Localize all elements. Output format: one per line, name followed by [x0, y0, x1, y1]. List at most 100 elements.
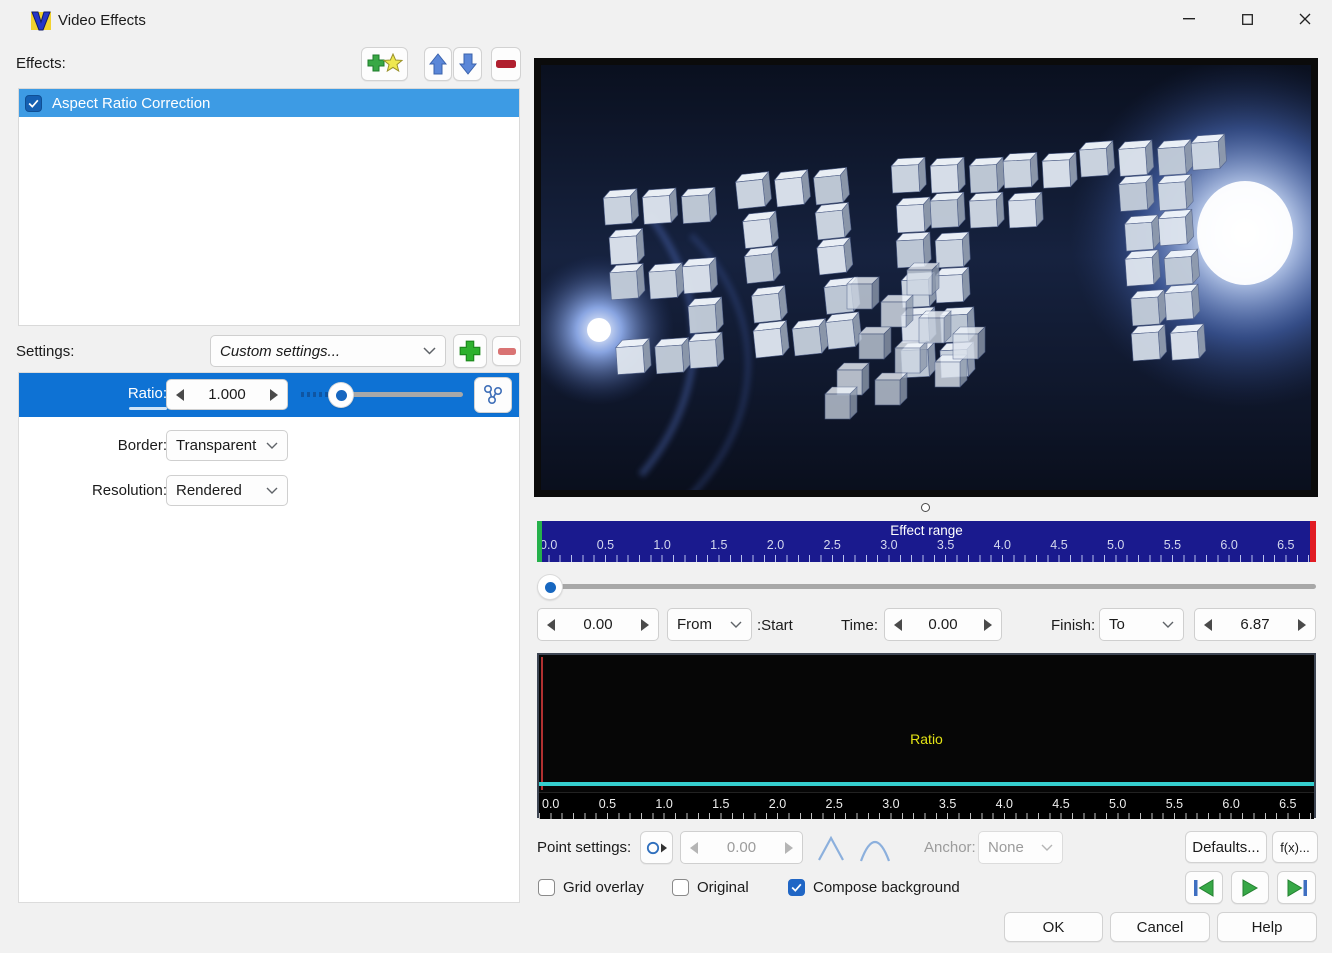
ok-button-label: OK — [1042, 918, 1065, 936]
play-button[interactable] — [1231, 871, 1269, 904]
finish-mode-dropdown[interactable]: To — [1099, 608, 1184, 641]
minimize-button[interactable] — [1166, 4, 1212, 34]
maximize-button[interactable] — [1224, 4, 1270, 34]
original-label: Original — [697, 879, 749, 896]
tick-label: 6.5 — [1277, 538, 1295, 552]
start-mode-value: From — [677, 616, 712, 633]
original-option[interactable]: Original — [672, 879, 749, 896]
start-mode-dropdown[interactable]: From — [667, 608, 752, 641]
border-dropdown[interactable]: Transparent — [166, 430, 288, 461]
resolution-value: Rendered — [176, 482, 242, 499]
time-slider-thumb[interactable] — [538, 575, 562, 599]
minus-icon — [496, 60, 516, 68]
resolution-dropdown[interactable]: Rendered — [166, 475, 288, 506]
time-spinner[interactable]: 0.00 — [884, 608, 1002, 641]
graph-tick-marks — [539, 813, 1314, 819]
increment-icon[interactable] — [1298, 618, 1306, 631]
move-down-button[interactable] — [453, 47, 482, 81]
decrement-icon[interactable] — [176, 388, 184, 401]
increment-icon[interactable] — [641, 618, 649, 631]
effects-list[interactable]: Aspect Ratio Correction — [18, 88, 520, 326]
decrement-icon[interactable] — [894, 618, 902, 631]
cancel-button-label: Cancel — [1136, 918, 1184, 936]
tick-label: 0.5 — [596, 538, 615, 552]
ratio-slider-track[interactable] — [301, 392, 463, 397]
close-button[interactable] — [1282, 4, 1328, 34]
add-preset-button[interactable] — [453, 334, 487, 368]
start-time-spinner[interactable]: 0.00 — [537, 608, 659, 641]
fx-button[interactable]: f(x)... — [1272, 831, 1318, 863]
ratio-spinner[interactable]: 1.000 — [166, 379, 288, 410]
decrement-icon[interactable] — [547, 618, 555, 631]
help-button[interactable]: Help — [1217, 912, 1317, 942]
original-checkbox[interactable] — [672, 879, 689, 896]
remove-preset-button[interactable] — [492, 336, 521, 366]
tick-label: 5.5 — [1163, 538, 1182, 552]
increment-icon — [785, 841, 793, 854]
finish-time-spinner[interactable]: 6.87 — [1194, 608, 1316, 641]
effect-enabled-checkbox[interactable] — [25, 94, 42, 112]
ratio-slider-thumb[interactable] — [329, 383, 353, 407]
cancel-button[interactable]: Cancel — [1110, 912, 1210, 942]
move-up-button[interactable] — [424, 47, 452, 81]
tick-label: 4.5 — [1050, 538, 1068, 552]
help-button-label: Help — [1251, 918, 1283, 936]
start-label: :Start — [757, 617, 793, 634]
increment-icon[interactable] — [270, 388, 278, 401]
preview-scene — [541, 65, 1311, 490]
ratio-label: Ratio: — [127, 385, 167, 402]
linear-curve-button[interactable] — [815, 833, 847, 863]
settings-preset-dropdown[interactable]: Custom settings... — [210, 335, 446, 367]
time-slider[interactable] — [537, 574, 1316, 599]
ratio-setting-row[interactable]: Ratio: 1.000 — [19, 373, 519, 417]
remove-effect-button[interactable] — [491, 47, 521, 81]
skip-to-end-button[interactable] — [1277, 871, 1316, 904]
settings-panel: Ratio: 1.000 Border: Transparent Resolut… — [18, 372, 520, 903]
tick-label: 0.5 — [598, 797, 617, 811]
plus-star-icon — [367, 53, 403, 73]
point-mode-button[interactable] — [640, 831, 673, 864]
tick-label: 5.0 — [1107, 538, 1125, 552]
tick-label: 5.5 — [1165, 797, 1184, 811]
grid-overlay-checkbox[interactable] — [538, 879, 555, 896]
tick-label: 4.5 — [1052, 797, 1070, 811]
sharp-peak-icon — [818, 835, 844, 861]
effect-range-bar[interactable]: Effect range 0.0 0.5 1.0 1.5 2.0 2.5 3.0 3.5 4.0… — [537, 521, 1316, 562]
edit-curve-button[interactable] — [474, 377, 512, 413]
point-value: 0.00 — [726, 839, 757, 856]
check-icon — [28, 99, 39, 108]
minimize-icon — [1183, 18, 1195, 20]
fx-button-label: f(x)... — [1280, 839, 1310, 855]
maximize-icon — [1241, 13, 1253, 25]
time-slider-rail[interactable] — [537, 584, 1316, 589]
time-value: 0.00 — [928, 616, 958, 633]
ok-button[interactable]: OK — [1004, 912, 1103, 942]
video-effects-dialog: Video Effects Effects: Aspect Ratio Corr… — [0, 0, 1332, 953]
add-effect-button[interactable] — [361, 47, 408, 81]
settings-preset-value: Custom settings... — [220, 342, 341, 360]
ratio-label-underline — [129, 407, 167, 410]
finish-label: Finish: — [1051, 617, 1096, 634]
app-icon — [31, 11, 51, 31]
ratio-value: 1.000 — [208, 386, 246, 403]
compose-background-checkbox[interactable] — [788, 879, 805, 896]
skip-to-start-button[interactable] — [1185, 871, 1223, 904]
range-end-marker[interactable] — [1310, 521, 1316, 562]
finish-time-value: 6.87 — [1240, 616, 1270, 633]
effect-list-item[interactable]: Aspect Ratio Correction — [19, 89, 519, 117]
increment-icon[interactable] — [984, 618, 992, 631]
compose-background-option[interactable]: Compose background — [788, 879, 960, 896]
border-value: Transparent — [176, 437, 257, 454]
tick-label: 1.0 — [655, 797, 673, 811]
parameter-graph[interactable]: Ratio 0.0 0.5 1.0 1.5 2.0 2.5 3.0 3.5 4.0 4.5 5.0 5… — [537, 653, 1316, 819]
range-start-marker[interactable] — [537, 521, 542, 562]
keyframe-marker[interactable] — [921, 503, 930, 512]
grid-overlay-option[interactable]: Grid overlay — [538, 879, 644, 896]
decrement-icon — [690, 841, 698, 854]
smooth-curve-button[interactable] — [857, 833, 893, 863]
close-icon — [1299, 13, 1311, 25]
tick-label: 6.0 — [1220, 538, 1238, 552]
decrement-icon[interactable] — [1204, 618, 1212, 631]
minus-icon — [497, 347, 516, 355]
defaults-button[interactable]: Defaults... — [1185, 831, 1267, 863]
